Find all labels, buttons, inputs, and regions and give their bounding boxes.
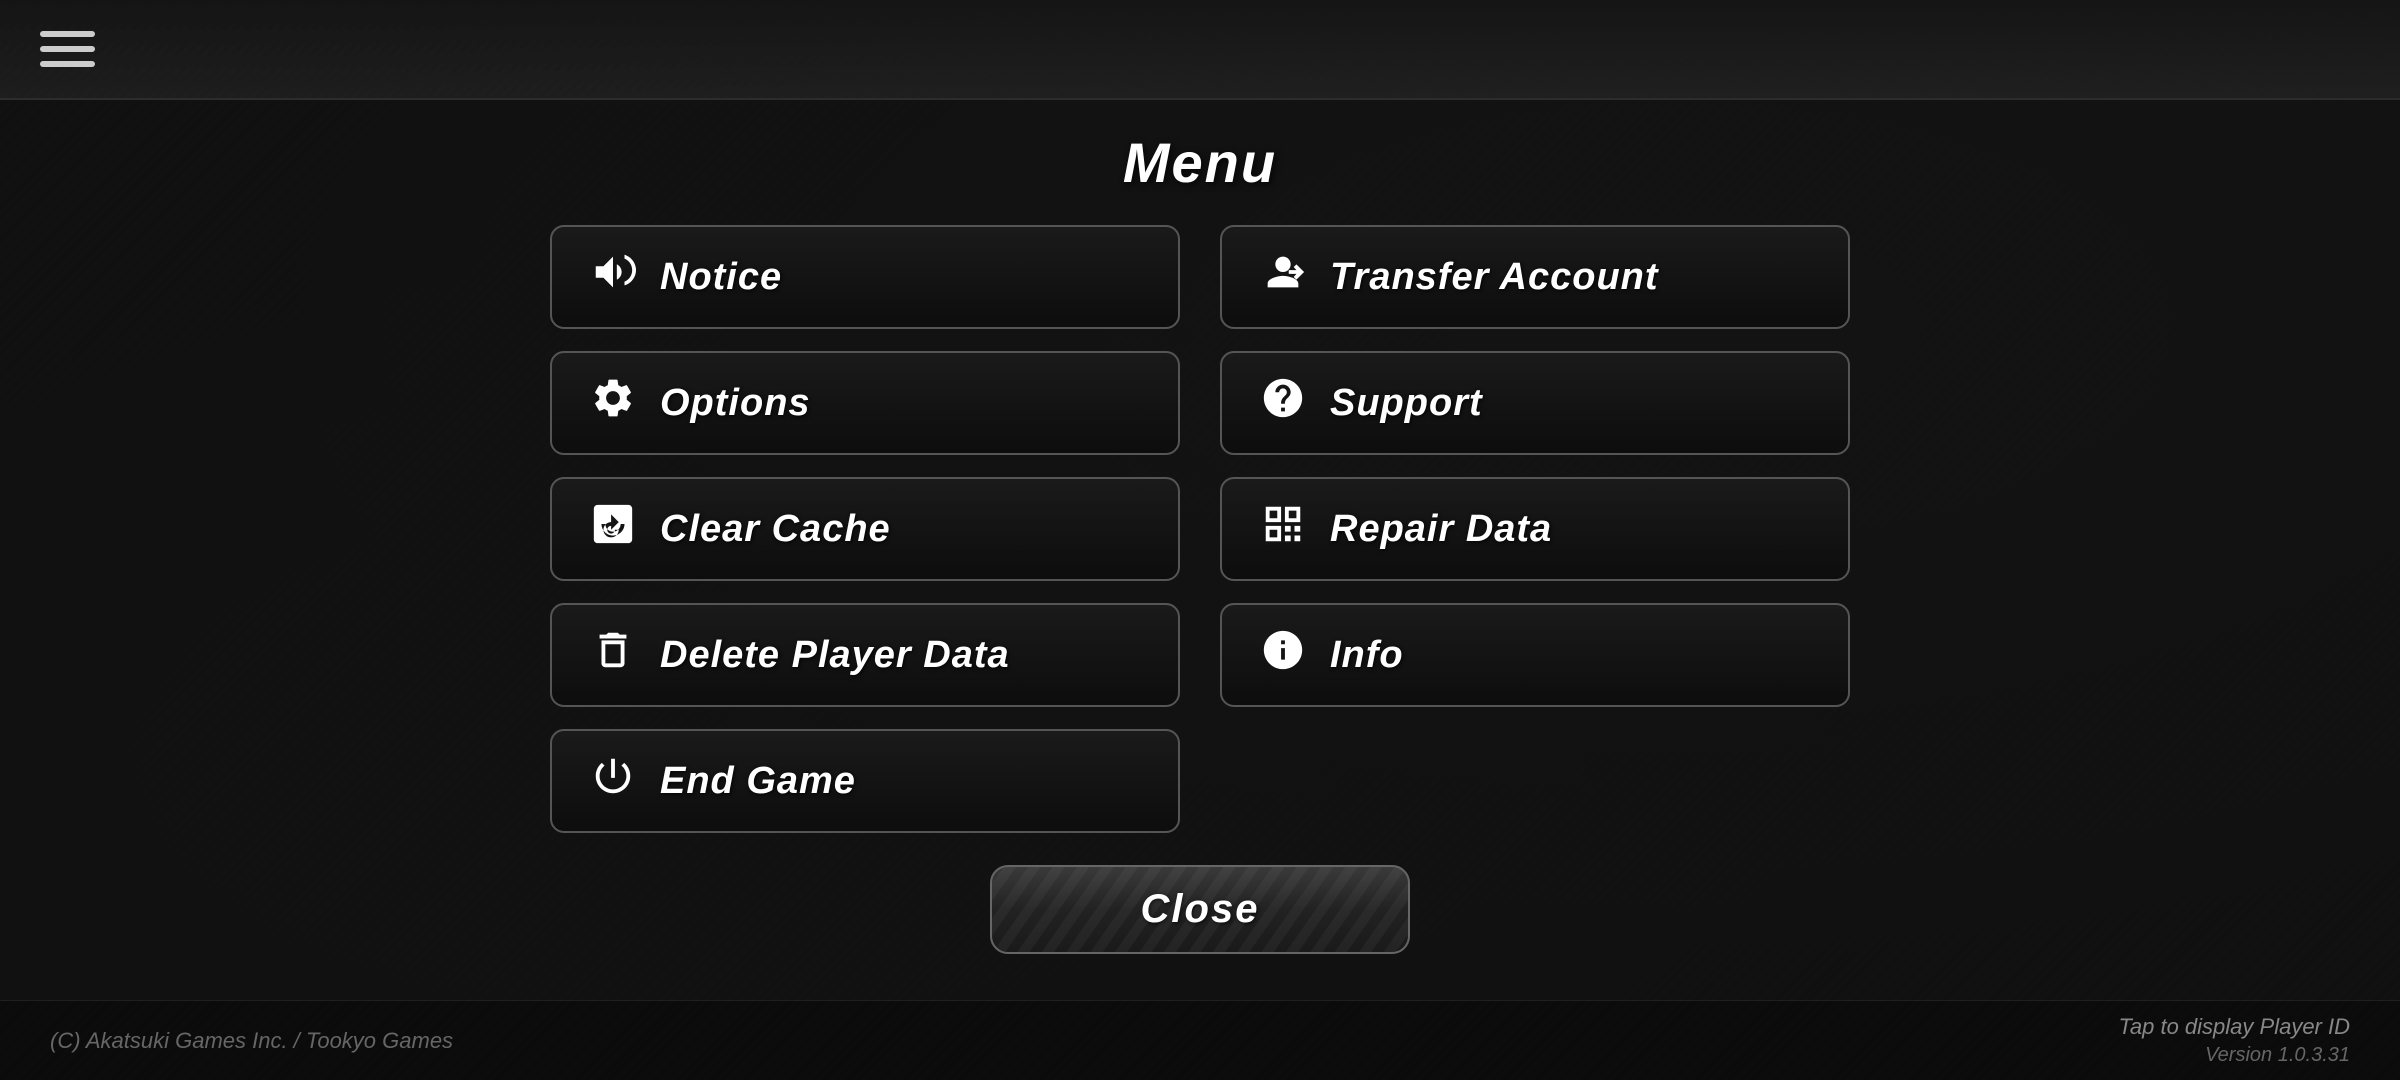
- options-label: Options: [660, 382, 811, 425]
- footer: (C) Akatsuki Games Inc. / Tookyo Games T…: [0, 1000, 2400, 1080]
- close-button-wrap: Close: [990, 865, 1410, 954]
- transfer-account-button[interactable]: Transfer Account: [1220, 225, 1850, 329]
- version-text: Version 1.0.3.31: [2205, 1044, 2350, 1067]
- trash-icon: [588, 627, 638, 683]
- close-label: Close: [1141, 887, 1260, 931]
- tap-display-text[interactable]: Tap to display Player ID: [2118, 1014, 2350, 1040]
- end-game-label: End Game: [660, 760, 856, 803]
- copyright-text: (C) Akatsuki Games Inc. / Tookyo Games: [50, 1028, 453, 1054]
- gear-icon: [588, 375, 638, 431]
- repair-icon: [1258, 501, 1308, 557]
- repair-data-button[interactable]: Repair Data: [1220, 477, 1850, 581]
- footer-right: Tap to display Player ID Version 1.0.3.3…: [2118, 1014, 2350, 1067]
- hamburger-menu[interactable]: [40, 31, 95, 67]
- transfer-icon: [1258, 249, 1308, 305]
- notice-label: Notice: [660, 256, 782, 299]
- support-button[interactable]: Support: [1220, 351, 1850, 455]
- info-icon: [1258, 627, 1308, 683]
- cache-icon: [588, 501, 638, 557]
- end-game-button[interactable]: End Game: [550, 729, 1180, 833]
- support-label: Support: [1330, 382, 1483, 425]
- delete-player-data-label: Delete Player Data: [660, 634, 1010, 677]
- clear-cache-label: Clear Cache: [660, 508, 891, 551]
- options-button[interactable]: Options: [550, 351, 1180, 455]
- clear-cache-button[interactable]: Clear Cache: [550, 477, 1180, 581]
- menu-buttons-grid: Notice Transfer Account Options: [550, 225, 1850, 833]
- close-button[interactable]: Close: [990, 865, 1410, 954]
- megaphone-icon: [588, 249, 638, 305]
- menu-title: Menu: [1123, 100, 1277, 225]
- delete-player-data-button[interactable]: Delete Player Data: [550, 603, 1180, 707]
- repair-data-label: Repair Data: [1330, 508, 1552, 551]
- info-label: Info: [1330, 634, 1404, 677]
- info-button[interactable]: Info: [1220, 603, 1850, 707]
- menu-container: Menu Notice Transfer Account: [0, 100, 2400, 1000]
- top-bar: [0, 0, 2400, 100]
- transfer-account-label: Transfer Account: [1330, 256, 1659, 299]
- notice-button[interactable]: Notice: [550, 225, 1180, 329]
- power-icon: [588, 753, 638, 809]
- question-icon: [1258, 375, 1308, 431]
